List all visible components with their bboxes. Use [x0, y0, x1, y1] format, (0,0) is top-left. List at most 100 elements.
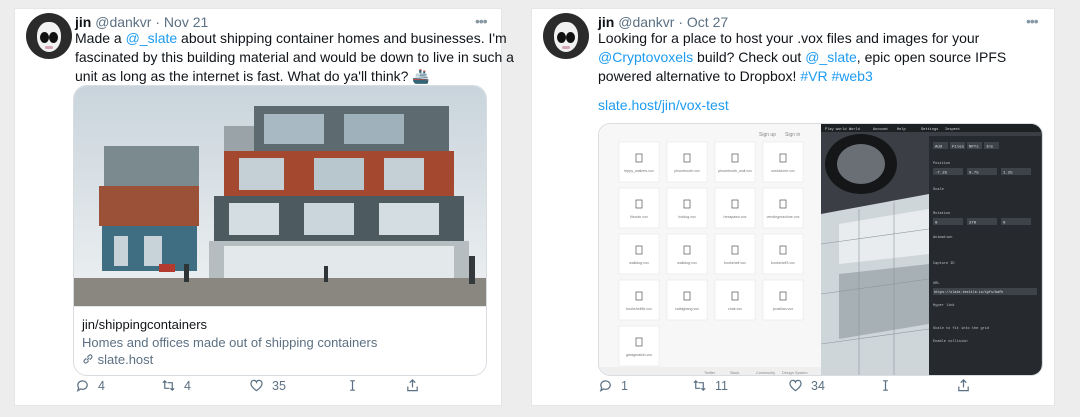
file-tile[interactable]: bookshelf3.vox [762, 233, 804, 275]
avatar[interactable] [26, 13, 72, 59]
file-name: hexapawn.vox [724, 215, 747, 219]
editor-nav-item[interactable]: Account [873, 128, 888, 132]
file-tile[interactable]: filecoin.vox [618, 187, 660, 229]
tweet-text: Made a @_slate about shipping container … [75, 29, 514, 86]
analytics-button[interactable] [878, 378, 901, 393]
file-name: sushiclone.vox [771, 169, 795, 173]
avatar[interactable] [543, 13, 589, 59]
more-icon[interactable]: ••• [1026, 13, 1039, 29]
more-icon[interactable]: ••• [475, 13, 488, 29]
file-tile[interactable]: hotdog.vox [666, 187, 708, 229]
panel-url[interactable]: https://slate.textile.io/ipfs/bafk [934, 290, 1003, 295]
panel-label: Animation [933, 235, 952, 240]
file-name: trippy_walkers.vox [624, 169, 654, 173]
mention-link[interactable]: @Cryptovoxels [598, 49, 693, 65]
panel-label: Hyper link [933, 303, 955, 308]
editor-nav-item[interactable]: Inspect [945, 128, 960, 132]
like-count: 35 [272, 378, 286, 393]
meta-dot: · [155, 14, 161, 30]
like-button[interactable]: 35 [249, 378, 286, 393]
file-tile[interactable]: catbigbang.vox [666, 279, 708, 321]
avatar-eye-right [566, 32, 575, 43]
footer-link[interactable]: Design System [782, 371, 808, 375]
like-button[interactable]: 34 [788, 378, 825, 393]
file-name: chair.vox [728, 307, 742, 311]
url-link[interactable]: slate.host/jin/vox-test [598, 97, 729, 113]
share-button[interactable] [956, 378, 979, 393]
reply-button[interactable]: 1 [598, 378, 628, 393]
analytics-button[interactable] [345, 378, 368, 393]
meta-dot: · [678, 14, 684, 30]
panel-value[interactable]: 0.75 [969, 172, 979, 176]
panel-value[interactable]: 1.25 [1003, 172, 1013, 176]
tweet-text-line: fascinated by this building material and… [75, 49, 514, 65]
share-icon [958, 379, 969, 392]
panel-value[interactable]: -7.25 [935, 172, 948, 176]
mention-link[interactable]: @_slate [126, 30, 178, 46]
panel-value[interactable]: 270 [969, 222, 977, 226]
editor-tab[interactable]: NFTs [969, 146, 979, 150]
footer-link[interactable]: Twitter [704, 371, 716, 375]
footer-link[interactable]: Community [756, 371, 775, 375]
editor-tab[interactable]: Files [952, 145, 965, 150]
file-name: phonebooth_wall.vox [718, 169, 752, 173]
hashtag-link[interactable]: #VR [800, 68, 827, 84]
signin-link: Sign in [785, 132, 801, 138]
avatar-eye-left [557, 32, 566, 43]
file-tile[interactable]: phonebooth_wall.vox [714, 141, 756, 183]
file-tile[interactable]: trippy_walkers.vox [618, 141, 660, 183]
file-tile[interactable]: hexapawn.vox [714, 187, 756, 229]
file-tile[interactable]: walkdog.vox [618, 233, 660, 275]
file-tile[interactable]: garageraisin.vox [618, 325, 660, 367]
card-image[interactable] [74, 86, 487, 306]
tweet-vox-files[interactable]: jin @dankvr · Oct 27 ••• Looking for a p… [531, 8, 1055, 406]
file-name: bookshelf.vox [724, 261, 746, 265]
file-tile[interactable]: jonathan.vox [762, 279, 804, 321]
file-tile[interactable]: bookshelf4k.vox [618, 279, 660, 321]
author-name[interactable]: jin [598, 14, 614, 30]
signup-link: Sign up [759, 132, 776, 138]
editor-nav-item[interactable]: Play world [825, 127, 847, 132]
file-tile[interactable]: phonebooth.vox [666, 141, 708, 183]
retweet-count: 11 [715, 378, 728, 393]
file-tile[interactable]: sushiclone.vox [762, 141, 804, 183]
share-button[interactable] [405, 378, 428, 393]
file-tile[interactable]: chair.vox [714, 279, 756, 321]
tweet-date[interactable]: Nov 21 [164, 14, 208, 30]
file-name: jonathan.vox [772, 307, 794, 311]
author-name[interactable]: jin [75, 14, 91, 30]
footer-link[interactable]: Slack [730, 371, 739, 375]
editor-nav-item[interactable]: World [849, 127, 860, 132]
attached-screenshot[interactable]: trippy_walkers.vox phonebooth.vox phoneboo… [598, 123, 1043, 376]
editor-tab[interactable]: Ins [986, 146, 994, 150]
file-name: phonebooth.vox [674, 169, 700, 173]
mention-link[interactable]: @_slate [805, 49, 857, 65]
file-tile[interactable]: bookshelf.vox [714, 233, 756, 275]
hashtag-link[interactable]: #web3 [831, 68, 872, 84]
editor-tab[interactable]: Add [935, 145, 943, 150]
file-name: bookshelf4k.vox [626, 307, 652, 311]
text-fragment: , epic open source IPFS [856, 49, 1007, 65]
tweet-shipping-containers[interactable]: jin @dankvr · Nov 21 ••• Made a @_slate … [14, 8, 514, 406]
tweet-text-line: unit as long as the internet is fast. Wh… [75, 68, 430, 84]
retweet-icon [162, 379, 175, 392]
file-name: hotdog.vox [678, 215, 696, 219]
author-handle[interactable]: @dankvr [95, 14, 151, 30]
reply-button[interactable]: 4 [75, 378, 105, 393]
author-handle[interactable]: @dankvr [618, 14, 674, 30]
card-details[interactable]: jin/shippingcontainers Homes and offices… [74, 306, 486, 375]
reply-icon [76, 380, 88, 393]
file-name: vendingmachine.vox [767, 215, 800, 219]
panel-label: URL [933, 282, 939, 286]
retweet-button[interactable]: 11 [692, 378, 728, 393]
retweet-count: 4 [184, 378, 191, 393]
tweet-date[interactable]: Oct 27 [687, 14, 728, 30]
editor-nav-item[interactable]: Help [897, 127, 906, 132]
analytics-icon [350, 380, 355, 391]
retweet-button[interactable]: 4 [161, 378, 191, 393]
link-card[interactable]: jin/shippingcontainers Homes and offices… [73, 85, 487, 376]
file-tile[interactable]: walkdog.vox [666, 233, 708, 275]
editor-nav-item[interactable]: Settings [921, 127, 938, 132]
file-name: garageraisin.vox [626, 353, 653, 357]
file-tile[interactable]: vendingmachine.vox [762, 187, 804, 229]
